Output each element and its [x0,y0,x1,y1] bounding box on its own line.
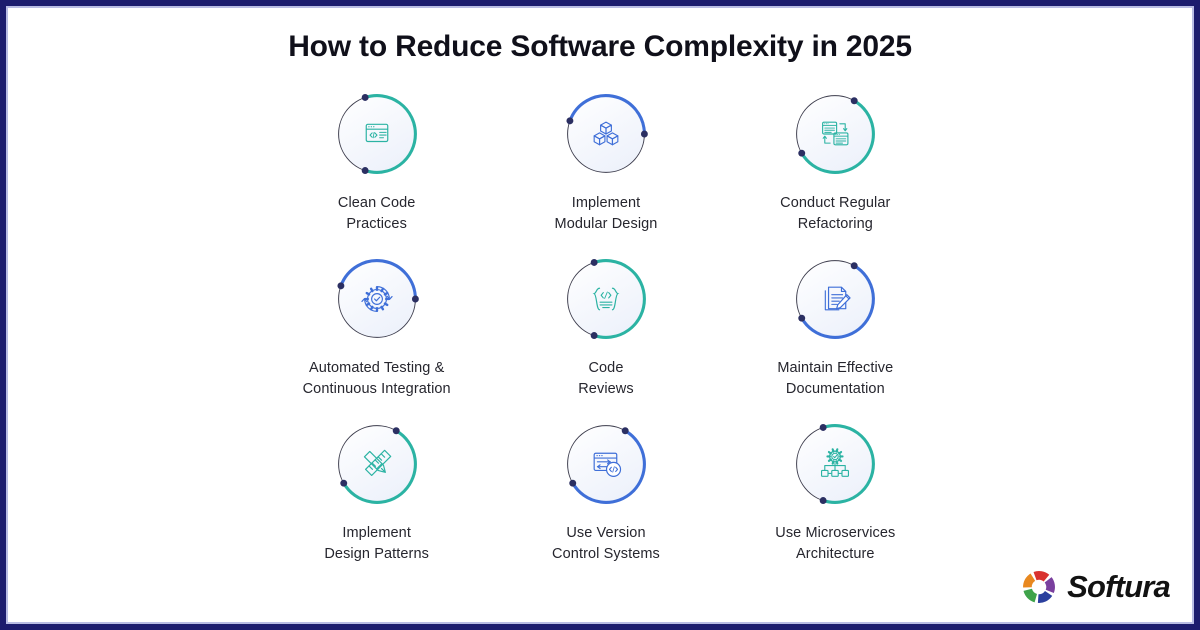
practice-icon-badge [558,251,654,347]
practice-item: Automated Testing & Continuous Integrati… [262,251,491,416]
practice-item: Code Reviews [491,251,720,416]
practice-item: Use Microservices Architecture [721,416,950,581]
practice-label: Maintain Effective Documentation [777,360,894,398]
practice-item: Use Version Control Systems [491,416,720,581]
practice-icon-badge [558,416,654,512]
practice-label: Code Reviews [578,360,634,398]
practice-item: Implement Modular Design [491,86,720,251]
practice-label: Implement Design Patterns [324,525,429,563]
practice-label: Use Microservices Architecture [775,525,896,563]
practice-label: Clean Code Practices [337,195,416,233]
document-pencil-icon-badge [796,260,876,339]
poster: How to Reduce Software Complexity in 202… [0,0,1200,630]
practice-icon-badge [787,251,883,347]
practice-label: Use Version Control Systems [552,525,660,563]
page-title: How to Reduce Software Complexity in 202… [288,30,912,63]
gear-check-cycle-icon-badge [337,259,419,338]
aperture-swirl-logo [1023,571,1056,603]
practice-item: Maintain Effective Documentation [721,251,950,416]
version-control-window-icon-badge [567,425,646,504]
practice-item: Implement Design Patterns [262,416,491,581]
practice-icon-badge [787,86,883,182]
practices-grid: Clean Code Practices Implement Modular D… [250,86,950,581]
ruler-pencil-icon-badge [337,425,417,504]
practice-icon-badge [558,86,654,182]
practice-icon-badge [329,251,425,347]
microservices-gear-icon-badge [796,424,876,504]
practice-label: Conduct Regular Refactoring [780,195,891,233]
brand-logo: Softura [1020,568,1171,606]
code-window-icon-badge [337,94,417,174]
practice-icon-badge [329,86,425,182]
braces-code-icon-badge [567,259,646,339]
practice-item: Conduct Regular Refactoring [721,86,950,251]
practice-icon-badge [329,416,425,512]
practice-label: Automated Testing & Continuous Integrati… [302,360,451,398]
cubes-icon-badge [566,94,648,173]
logo-wordmark: Softura [1067,569,1171,604]
poster-canvas: How to Reduce Software Complexity in 202… [8,8,1192,622]
practice-item: Clean Code Practices [262,86,491,251]
practice-icon-badge [787,416,883,512]
refactor-documents-icon-badge [796,95,876,174]
practice-label: Implement Modular Design [554,195,658,233]
